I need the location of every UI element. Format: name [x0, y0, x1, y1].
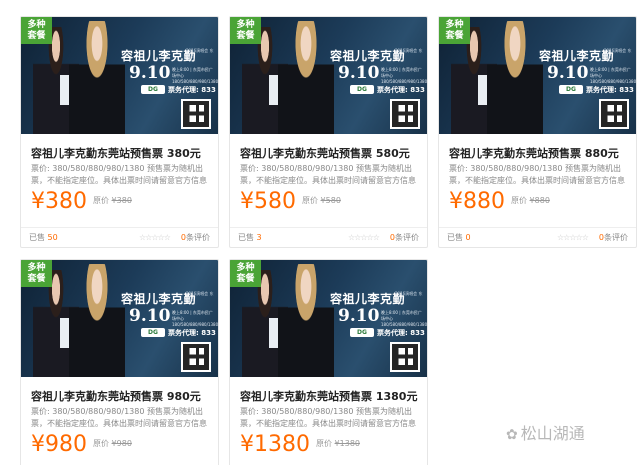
qr-code-icon — [390, 342, 420, 372]
banner-hotline: 票务代理: 833 12345 — [377, 86, 427, 94]
price: ¥980 — [31, 432, 87, 457]
review-count[interactable]: 0条评价 — [390, 228, 419, 247]
banner-title: 容祖儿李克勤 — [330, 292, 406, 306]
product-image[interactable]: 多种 套餐 容祖儿李克勤 2016演唱会 东莞站 9.10 晚上8:00 | 东… — [230, 17, 428, 134]
banner-venue: 晚上8:00 | 东莞市民广场中心 180/580/880/980/1380 — [590, 67, 637, 84]
banner-subtitle: 2016演唱会 东莞站 — [186, 291, 214, 301]
package-tag: 多种 套餐 — [21, 260, 52, 287]
qr-code-icon — [181, 99, 211, 129]
watermark: ✿ 松山湖通 — [506, 420, 585, 444]
banner-venue: 晚上8:00 | 东莞市民广场中心 180/580/880/980/1380 — [172, 67, 219, 84]
qr-code-icon — [599, 99, 629, 129]
sold-count: 已售 50 — [29, 233, 58, 242]
product-image[interactable]: 多种 套餐 容祖儿李克勤 2016演唱会 东莞站 9.10 晚上8:00 | 东… — [21, 260, 219, 377]
product-image[interactable]: 多种 套餐 容祖儿李克勤 2016演唱会 东莞站 9.10 晚上8:00 | 东… — [230, 260, 428, 377]
product-description: 票价: 380/580/880/980/1380 预售票为随机出票，不能指定座位… — [449, 164, 625, 185]
singer-female-image — [69, 21, 125, 134]
product-card[interactable]: 多种 套餐 容祖儿李克勤 2016演唱会 东莞站 9.10 晚上8:00 | 东… — [229, 259, 428, 465]
banner-subtitle: 2016演唱会 东莞站 — [604, 48, 632, 58]
review-count[interactable]: 0条评价 — [181, 228, 210, 247]
banner-hotline: 票务代理: 833 12345 — [377, 329, 427, 337]
price: ¥380 — [31, 189, 87, 214]
original-price: 原价 ¥580 — [302, 196, 341, 205]
sponsor-logo: DG — [141, 328, 165, 337]
sponsor-logo: DG — [350, 85, 374, 94]
original-price: 原价 ¥980 — [93, 439, 132, 448]
price-row: ¥380 原价 ¥380 — [31, 189, 132, 219]
banner-subtitle: 2016演唱会 东莞站 — [186, 48, 214, 58]
product-name[interactable]: 容祖儿李克勤东莞站预售票 1380元 — [240, 388, 417, 404]
product-card[interactable]: 多种 套餐 容祖儿李克勤 2016演唱会 东莞站 9.10 晚上8:00 | 东… — [438, 16, 637, 248]
singer-female-image — [278, 264, 334, 377]
original-price: 原价 ¥380 — [93, 196, 132, 205]
price: ¥580 — [240, 189, 296, 214]
banner-date: 9.10 — [547, 63, 589, 83]
product-card[interactable]: 多种 套餐 容祖儿李克勤 2016演唱会 东莞站 9.10 晚上8:00 | 东… — [20, 16, 219, 248]
banner-hotline: 票务代理: 833 12345 — [168, 329, 218, 337]
original-price: 原价 ¥880 — [511, 196, 550, 205]
singer-female-image — [69, 264, 125, 377]
price-row: ¥1380 原价 ¥1380 — [240, 432, 360, 462]
product-name[interactable]: 容祖儿李克勤东莞站预售票 880元 — [449, 145, 619, 161]
banner-date: 9.10 — [129, 63, 171, 83]
price: ¥880 — [449, 189, 505, 214]
product-name[interactable]: 容祖儿李克勤东莞站预售票 380元 — [31, 145, 201, 161]
wechat-icon: ✿ — [506, 427, 518, 443]
product-description: 票价: 380/580/880/980/1380 预售票为随机出票，不能指定座位… — [240, 407, 416, 428]
banner-date: 9.10 — [129, 306, 171, 326]
sold-count: 已售 0 — [447, 233, 471, 242]
banner-hotline: 票务代理: 833 12345 — [586, 86, 636, 94]
sponsor-logo: DG — [141, 85, 165, 94]
product-description: 票价: 380/580/880/980/1380 预售票为随机出票，不能指定座位… — [31, 164, 207, 185]
star-rating-icon: ☆☆☆☆☆ — [557, 233, 589, 242]
package-tag: 多种 套餐 — [230, 17, 261, 44]
product-card[interactable]: 多种 套餐 容祖儿李克勤 2016演唱会 东莞站 9.10 晚上8:00 | 东… — [229, 16, 428, 248]
sold-count: 已售 3 — [238, 233, 262, 242]
singer-female-image — [487, 21, 543, 134]
product-image[interactable]: 多种 套餐 容祖儿李克勤 2016演唱会 东莞站 9.10 晚上8:00 | 东… — [21, 17, 219, 134]
banner-venue: 晚上8:00 | 东莞市民广场中心 180/580/880/980/1380 — [381, 310, 428, 327]
star-rating-icon: ☆☆☆☆☆ — [139, 233, 171, 242]
package-tag: 多种 套餐 — [21, 17, 52, 44]
package-tag: 多种 套餐 — [439, 17, 470, 44]
banner-title: 容祖儿李克勤 — [121, 292, 197, 306]
banner-venue: 晚上8:00 | 东莞市民广场中心 180/580/880/980/1380 — [381, 67, 428, 84]
review-count[interactable]: 0条评价 — [599, 228, 628, 247]
product-description: 票价: 380/580/880/980/1380 预售票为随机出票，不能指定座位… — [31, 407, 207, 428]
product-card[interactable]: 多种 套餐 容祖儿李克勤 2016演唱会 东莞站 9.10 晚上8:00 | 东… — [20, 259, 219, 465]
banner-title: 容祖儿李克勤 — [539, 49, 615, 63]
price: ¥1380 — [240, 432, 310, 457]
sponsor-logo: DG — [559, 85, 583, 94]
banner-hotline: 票务代理: 833 12345 — [168, 86, 218, 94]
star-rating-icon: ☆☆☆☆☆ — [348, 233, 380, 242]
card-footer: 已售 50 ☆☆☆☆☆ 0条评价 — [21, 227, 218, 247]
original-price: 原价 ¥1380 — [316, 439, 360, 448]
banner-title: 容祖儿李克勤 — [330, 49, 406, 63]
singer-female-image — [278, 21, 334, 134]
product-grid: 多种 套餐 容祖儿李克勤 2016演唱会 东莞站 9.10 晚上8:00 | 东… — [20, 16, 640, 465]
banner-subtitle: 2016演唱会 东莞站 — [395, 48, 423, 58]
card-footer: 已售 0 ☆☆☆☆☆ 0条评价 — [439, 227, 636, 247]
banner-subtitle: 2016演唱会 东莞站 — [395, 291, 423, 301]
banner-venue: 晚上8:00 | 东莞市民广场中心 180/580/880/980/1380 — [172, 310, 219, 327]
package-tag: 多种 套餐 — [230, 260, 261, 287]
banner-title: 容祖儿李克勤 — [121, 49, 197, 63]
banner-date: 9.10 — [338, 306, 380, 326]
price-row: ¥980 原价 ¥980 — [31, 432, 132, 462]
card-footer: 已售 3 ☆☆☆☆☆ 0条评价 — [230, 227, 427, 247]
banner-date: 9.10 — [338, 63, 380, 83]
price-row: ¥880 原价 ¥880 — [449, 189, 550, 219]
watermark-text: 松山湖通 — [520, 424, 585, 443]
product-name[interactable]: 容祖儿李克勤东莞站预售票 980元 — [31, 388, 201, 404]
product-description: 票价: 380/580/880/980/1380 预售票为随机出票，不能指定座位… — [240, 164, 416, 185]
qr-code-icon — [181, 342, 211, 372]
sponsor-logo: DG — [350, 328, 374, 337]
product-name[interactable]: 容祖儿李克勤东莞站预售票 580元 — [240, 145, 410, 161]
qr-code-icon — [390, 99, 420, 129]
price-row: ¥580 原价 ¥580 — [240, 189, 341, 219]
product-image[interactable]: 多种 套餐 容祖儿李克勤 2016演唱会 东莞站 9.10 晚上8:00 | 东… — [439, 17, 637, 134]
